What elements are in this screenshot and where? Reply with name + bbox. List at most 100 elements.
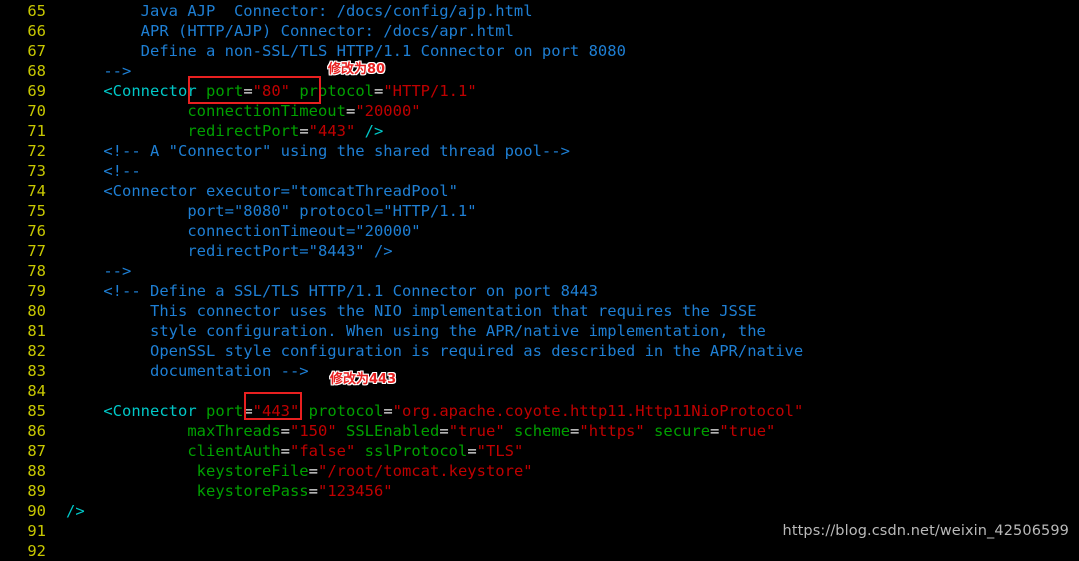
code-token-val: "org.apache.coyote.http11.Http11NioProto… [392, 402, 804, 420]
line-number: 91 [27, 522, 46, 540]
code-line-text[interactable]: Java AJP Connector: /docs/config/ajp.htm… [46, 1, 533, 21]
code-token-eq: = [280, 422, 290, 440]
code-lines-container[interactable]: 65 Java AJP Connector: /docs/config/ajp.… [0, 0, 1079, 561]
line-number: 81 [27, 322, 46, 340]
code-line[interactable]: 79 <!-- Define a SSL/TLS HTTP/1.1 Connec… [0, 281, 1079, 301]
code-line[interactable]: 85 <Connector port="443" protocol="org.a… [0, 401, 1079, 421]
code-line-text[interactable]: <Connector executor="tomcatThreadPool" [46, 181, 458, 201]
code-line-text[interactable]: connectionTimeout="20000" [46, 101, 420, 121]
code-line-text[interactable] [46, 381, 66, 401]
line-number: 69 [27, 82, 46, 100]
code-line[interactable]: 69 <Connector port="80" protocol="HTTP/1… [0, 81, 1079, 101]
code-line-text[interactable]: OpenSSL style configuration is required … [46, 341, 803, 361]
line-number: 84 [27, 382, 46, 400]
code-line[interactable]: 66 APR (HTTP/AJP) Connector: /docs/apr.h… [0, 21, 1079, 41]
code-token-val: "https" [579, 422, 645, 440]
line-number: 83 [27, 362, 46, 380]
code-line-text[interactable]: APR (HTTP/AJP) Connector: /docs/apr.html [46, 21, 514, 41]
code-line[interactable]: 78 --> [0, 261, 1079, 281]
line-number: 67 [27, 42, 46, 60]
code-line[interactable]: 70 connectionTimeout="20000" [0, 101, 1079, 121]
code-line-text[interactable]: <Connector port="443" protocol="org.apac… [46, 401, 803, 421]
code-line[interactable]: 76 connectionTimeout="20000" [0, 221, 1079, 241]
code-line-text[interactable]: <!-- Define a SSL/TLS HTTP/1.1 Connector… [46, 281, 598, 301]
code-line[interactable]: 84 [0, 381, 1079, 401]
line-number: 79 [27, 282, 46, 300]
code-token-eq: = [710, 422, 720, 440]
code-token-attr: keystoreFile [196, 462, 309, 480]
code-line[interactable]: 90 /> [0, 501, 1079, 521]
code-line-text[interactable]: redirectPort="443" /> [46, 121, 383, 141]
code-token-comment: <!-- Define a SSL/TLS HTTP/1.1 Connector… [66, 282, 598, 300]
code-token-attr: protocol [308, 402, 384, 420]
code-line-text[interactable]: keystorePass="123456" [46, 481, 393, 501]
code-line-text[interactable]: <Connector port="80" protocol="HTTP/1.1" [46, 81, 476, 101]
line-number: 72 [27, 142, 46, 160]
code-token-comment: <!-- [66, 162, 141, 180]
code-line[interactable]: 65 Java AJP Connector: /docs/config/ajp.… [0, 1, 1079, 21]
code-line[interactable]: 74 <Connector executor="tomcatThreadPool… [0, 181, 1079, 201]
code-line-text[interactable]: connectionTimeout="20000" [46, 221, 420, 241]
line-number: 89 [27, 482, 46, 500]
line-number: 92 [27, 542, 46, 560]
code-token-comment: --> [66, 62, 132, 80]
code-line-text[interactable]: Define a non-SSL/TLS HTTP/1.1 Connector … [46, 41, 626, 61]
code-line-text[interactable] [46, 521, 66, 541]
line-number: 66 [27, 22, 46, 40]
code-token-attr: keystorePass [196, 482, 309, 500]
code-line[interactable]: 88 keystoreFile="/root/tomcat.keystore" [0, 461, 1079, 481]
code-token-attr: port [205, 402, 244, 420]
code-token-val: "150" [290, 422, 337, 440]
code-editor[interactable]: 65 Java AJP Connector: /docs/config/ajp.… [0, 0, 1079, 560]
line-number: 85 [27, 402, 46, 420]
code-token-comment: Define a non-SSL/TLS HTTP/1.1 Connector … [66, 42, 626, 60]
code-line[interactable]: 87 clientAuth="false" sslProtocol="TLS" [0, 441, 1079, 461]
code-line[interactable]: 83 documentation --> [0, 361, 1079, 381]
code-line[interactable]: 75 port="8080" protocol="HTTP/1.1" [0, 201, 1079, 221]
code-token-eq: = [308, 462, 318, 480]
code-line[interactable]: 81 style configuration. When using the A… [0, 321, 1079, 341]
code-line-text[interactable]: style configuration. When using the APR/… [46, 321, 766, 341]
code-line-text[interactable]: keystoreFile="/root/tomcat.keystore" [46, 461, 533, 481]
code-line-text[interactable] [46, 541, 66, 561]
code-line-text[interactable]: This connector uses the NIO implementati… [46, 301, 757, 321]
code-line[interactable]: 73 <!-- [0, 161, 1079, 181]
code-line[interactable]: 72 <!-- A "Connector" using the shared t… [0, 141, 1079, 161]
code-line[interactable]: 77 redirectPort="8443" /> [0, 241, 1079, 261]
code-line-text[interactable]: /> [46, 501, 85, 521]
code-token-comment: <Connector executor="tomcatThreadPool" [66, 182, 458, 200]
code-token-attr: port [205, 82, 244, 100]
code-line[interactable]: 86 maxThreads="150" SSLEnabled="true" sc… [0, 421, 1079, 441]
code-line-text[interactable]: --> [46, 61, 131, 81]
code-token-val: "443" [308, 122, 356, 140]
code-line[interactable]: 80 This connector uses the NIO implement… [0, 301, 1079, 321]
line-number: 73 [27, 162, 46, 180]
code-line-text[interactable]: clientAuth="false" sslProtocol="TLS" [46, 441, 523, 461]
code-token-attr: maxThreads [187, 422, 281, 440]
line-number: 74 [27, 182, 46, 200]
code-line-text[interactable]: --> [46, 261, 131, 281]
code-line[interactable]: 92 [0, 541, 1079, 561]
code-line[interactable]: 82 OpenSSL style configuration is requir… [0, 341, 1079, 361]
code-line[interactable]: 89 keystorePass="123456" [0, 481, 1079, 501]
code-line-text[interactable]: <!-- [46, 161, 141, 181]
code-line-text[interactable]: <!-- A "Connector" using the shared thre… [46, 141, 570, 161]
code-line-text[interactable]: maxThreads="150" SSLEnabled="true" schem… [46, 421, 775, 441]
code-token-val: "TLS" [476, 442, 524, 460]
code-token-val: "false" [290, 442, 356, 460]
code-token-tag: /> [364, 122, 384, 140]
code-line-text[interactable]: documentation --> [46, 361, 309, 381]
code-token-comment: This connector uses the NIO implementati… [66, 302, 757, 320]
code-token-val: "80" [252, 82, 290, 100]
code-line-text[interactable]: redirectPort="8443" /> [46, 241, 392, 261]
code-token-eq: = [243, 402, 253, 420]
code-line[interactable]: 68 --> [0, 61, 1079, 81]
code-line-text[interactable]: port="8080" protocol="HTTP/1.1" [46, 201, 476, 221]
code-line[interactable]: 71 redirectPort="443" /> [0, 121, 1079, 141]
code-line[interactable]: 67 Define a non-SSL/TLS HTTP/1.1 Connect… [0, 41, 1079, 61]
